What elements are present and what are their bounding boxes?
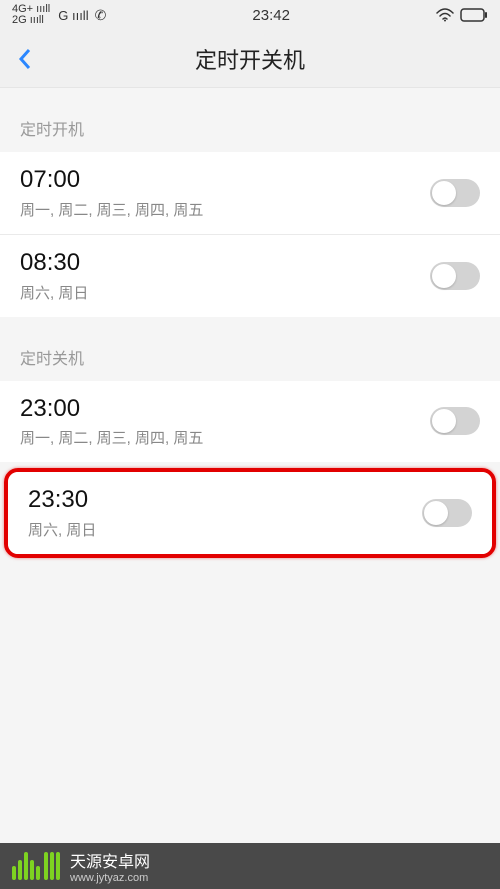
schedule-days: 周一, 周二, 周三, 周四, 周五 xyxy=(20,427,430,448)
status-left: 4G+ ıııll 2G ıııll G ıııll ✆ xyxy=(12,4,106,26)
schedule-time: 23:30 xyxy=(28,486,422,515)
chevron-left-icon xyxy=(18,47,32,71)
section-header-power-off: 定时关机 xyxy=(0,317,500,381)
power-on-list: 07:00 周一, 周二, 周三, 周四, 周五 08:30 周六, 周日 xyxy=(0,152,500,317)
highlighted-row-box: 23:30 周六, 周日 xyxy=(4,468,496,558)
toggle-switch[interactable] xyxy=(422,499,472,527)
status-time: 23:42 xyxy=(252,7,290,24)
network-2g: 2G xyxy=(12,14,27,26)
phone-icon: ✆ xyxy=(95,7,107,24)
battery-icon xyxy=(460,8,488,22)
schedule-days: 周一, 周二, 周三, 周四, 周五 xyxy=(20,199,430,220)
schedule-time: 23:00 xyxy=(20,395,430,424)
schedule-days: 周六, 周日 xyxy=(20,282,430,303)
schedule-row[interactable]: 23:30 周六, 周日 xyxy=(8,472,492,554)
schedule-time: 08:30 xyxy=(20,249,430,278)
schedule-time: 07:00 xyxy=(20,166,430,195)
status-bar: 4G+ ıııll 2G ıııll G ıııll ✆ 23:42 xyxy=(0,0,500,30)
toggle-switch[interactable] xyxy=(430,407,480,435)
watermark-url: www.jytyaz.com xyxy=(70,872,488,884)
watermark-bar: 天源安卓网 www.jytyaz.com xyxy=(0,843,500,889)
schedule-row[interactable]: 07:00 周一, 周二, 周三, 周四, 周五 xyxy=(0,152,500,235)
schedule-days: 周六, 周日 xyxy=(28,519,422,540)
power-off-list: 23:00 周一, 周二, 周三, 周四, 周五 xyxy=(0,381,500,463)
watermark-logo-icon xyxy=(12,852,60,880)
network-g: G xyxy=(58,8,68,23)
schedule-row[interactable]: 23:00 周一, 周二, 周三, 周四, 周五 xyxy=(0,381,500,463)
status-right xyxy=(436,8,488,22)
page-title: 定时开关机 xyxy=(0,43,500,75)
back-button[interactable] xyxy=(0,30,50,88)
watermark-title: 天源安卓网 xyxy=(70,848,488,872)
toggle-switch[interactable] xyxy=(430,179,480,207)
schedule-row[interactable]: 08:30 周六, 周日 xyxy=(0,235,500,317)
wifi-icon xyxy=(436,8,454,22)
toggle-switch[interactable] xyxy=(430,262,480,290)
section-header-power-on: 定时开机 xyxy=(0,88,500,152)
nav-bar: 定时开关机 xyxy=(0,30,500,88)
